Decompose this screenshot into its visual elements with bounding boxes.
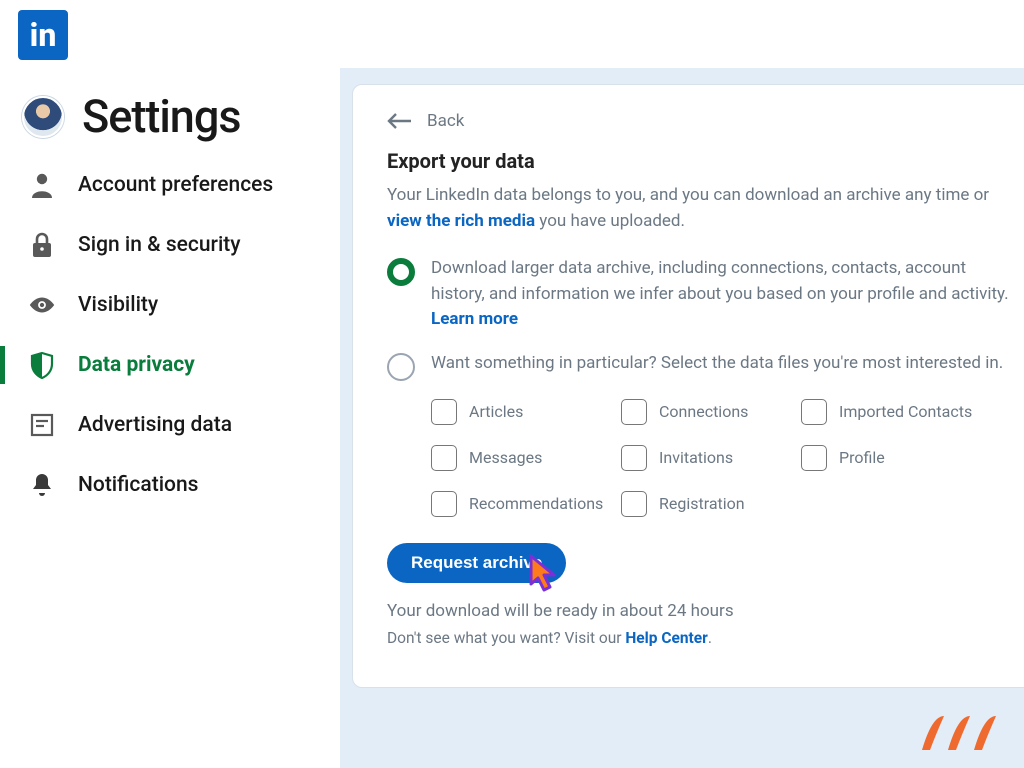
shield-icon [28,351,56,379]
checkbox-invitations[interactable]: Invitations [621,445,801,471]
help-prefix: Don't see what you want? Visit our [387,629,625,647]
sidebar-item-sign-in-security[interactable]: Sign in & security [22,231,340,259]
settings-card: Back Export your data Your LinkedIn data… [352,84,1024,688]
checkbox-label: Recommendations [469,494,603,513]
sidebar-item-label: Notifications [78,473,198,497]
option-specific-files[interactable]: Want something in particular? Select the… [387,351,1011,381]
lock-icon [28,231,56,259]
intro-text: Your LinkedIn data belongs to you, and y… [387,183,1011,234]
sidebar-item-label: Data privacy [78,353,195,377]
request-archive-button[interactable]: Request archive [387,543,566,583]
checkbox-label: Messages [469,448,542,467]
document-icon [28,411,56,439]
sidebar-nav: Account preferences Sign in & security V… [22,171,340,499]
back-button[interactable]: Back [387,111,1011,131]
checkbox-label: Articles [469,402,523,421]
checkbox-icon[interactable] [621,445,647,471]
checkbox-icon[interactable] [431,399,457,425]
checkbox-recommendations[interactable]: Recommendations [431,491,621,517]
checkbox-icon[interactable] [431,445,457,471]
intro-suffix: you have uploaded. [535,211,685,231]
bell-icon [28,471,56,499]
page-title: Settings [82,90,241,143]
radio-selected-icon[interactable] [387,258,415,286]
sidebar-item-account-preferences[interactable]: Account preferences [22,171,340,199]
checkbox-profile[interactable]: Profile [801,445,1011,471]
checkbox-grid: Articles Connections Imported Contacts M… [431,399,1011,517]
checkbox-icon[interactable] [621,491,647,517]
sidebar-item-notifications[interactable]: Notifications [22,471,340,499]
option-full-archive[interactable]: Download larger data archive, including … [387,256,1011,333]
sidebar: Settings Account preferences Sign in & s… [0,68,340,768]
sidebar-item-advertising-data[interactable]: Advertising data [22,411,340,439]
avatar[interactable] [22,96,64,138]
help-suffix: . [708,629,712,647]
eye-icon [28,291,56,319]
checkbox-messages[interactable]: Messages [431,445,621,471]
checkbox-label: Profile [839,448,885,467]
sidebar-item-label: Sign in & security [78,233,241,257]
sidebar-item-visibility[interactable]: Visibility [22,291,340,319]
sidebar-item-label: Visibility [78,293,158,317]
checkbox-imported-contacts[interactable]: Imported Contacts [801,399,1011,425]
sidebar-item-label: Account preferences [78,173,273,197]
checkbox-icon[interactable] [621,399,647,425]
back-label: Back [427,111,464,131]
arrow-left-icon [387,113,413,129]
checkbox-connections[interactable]: Connections [621,399,801,425]
radio-unselected-icon[interactable] [387,353,415,381]
sidebar-item-data-privacy[interactable]: Data privacy [22,351,340,379]
option-specific-text: Want something in particular? Select the… [431,351,1011,377]
help-center-link[interactable]: Help Center [625,629,707,647]
help-text: Don't see what you want? Visit our Help … [387,629,1011,647]
watermark-icon [916,710,1016,760]
linkedin-logo[interactable]: in [18,10,68,60]
checkbox-registration[interactable]: Registration [621,491,801,517]
checkbox-label: Invitations [659,448,733,467]
checkbox-label: Imported Contacts [839,402,972,421]
learn-more-link[interactable]: Learn more [431,309,518,329]
person-icon [28,171,56,199]
checkbox-articles[interactable]: Articles [431,399,621,425]
checkbox-icon[interactable] [801,445,827,471]
download-ready-text: Your download will be ready in about 24 … [387,601,1011,621]
sidebar-item-label: Advertising data [78,413,232,437]
view-rich-media-link[interactable]: view the rich media [387,211,535,231]
linkedin-logo-text: in [30,19,57,51]
option-full-text: Download larger data archive, including … [431,256,1011,333]
checkbox-label: Registration [659,494,745,513]
option-a-prefix: Download larger data archive, including … [431,258,1009,304]
checkbox-label: Connections [659,402,748,421]
checkbox-icon[interactable] [801,399,827,425]
checkbox-icon[interactable] [431,491,457,517]
main-content: Back Export your data Your LinkedIn data… [340,68,1024,768]
section-title: Export your data [387,149,1011,173]
intro-prefix: Your LinkedIn data belongs to you, and y… [387,185,989,205]
